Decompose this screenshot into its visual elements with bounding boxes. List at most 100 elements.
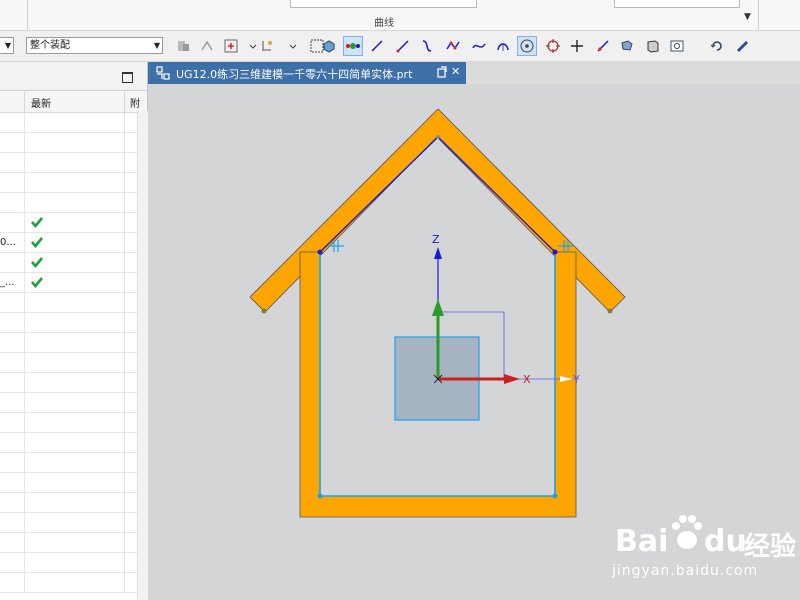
chevron-down-icon: ▼ xyxy=(153,41,160,50)
chevron-down-icon[interactable] xyxy=(283,36,303,56)
document-tab[interactable]: UG12.0练习三维建模一千零六十四简单实体.prt ✕ xyxy=(148,62,466,84)
watermark-brand-left: Bai xyxy=(615,524,669,559)
chevron-down-icon: ▼ xyxy=(4,41,11,50)
navigator-row[interactable] xyxy=(0,333,147,353)
part-file-icon xyxy=(156,66,170,83)
y-handle-arrow-icon[interactable] xyxy=(432,299,444,316)
navigator-row[interactable] xyxy=(0,393,147,413)
close-tab-icon[interactable]: ✕ xyxy=(451,65,460,78)
navigator-row-name: 0... xyxy=(0,237,16,248)
view-orient-icon[interactable] xyxy=(617,36,637,56)
circle-quadrant-icon[interactable] xyxy=(543,36,563,56)
navigator-row[interactable] xyxy=(0,313,147,333)
intersection-icon[interactable] xyxy=(567,36,587,56)
navigator-row[interactable] xyxy=(0,533,147,553)
watermark-url: jingyan.baidu.com xyxy=(612,563,759,579)
refresh-icon[interactable] xyxy=(707,36,727,56)
up-to-date-check-icon xyxy=(30,215,44,229)
navigator-row[interactable]: _... xyxy=(0,273,147,293)
move-handles-icon[interactable] xyxy=(343,36,363,56)
tangent-line-icon[interactable] xyxy=(593,36,613,56)
select-box-icon[interactable] xyxy=(257,36,277,56)
ribbon-separator xyxy=(758,0,759,30)
navigator-row[interactable] xyxy=(0,293,147,313)
ribbon: 曲线 ▼ xyxy=(0,0,800,31)
navigator-row[interactable] xyxy=(0,153,147,173)
curve-icon[interactable] xyxy=(417,36,437,56)
sketch-point[interactable] xyxy=(436,135,440,139)
navigator-row[interactable] xyxy=(0,573,147,593)
cube-view-icon[interactable] xyxy=(319,36,339,56)
brush-icon[interactable] xyxy=(733,36,753,56)
y-axis-label: Y xyxy=(572,373,580,386)
column-latest[interactable]: 最新 xyxy=(31,95,51,110)
ribbon-separator xyxy=(27,0,28,30)
select-filter-icon[interactable] xyxy=(173,36,193,56)
navigator-row[interactable] xyxy=(0,413,147,433)
navigator-row-name: _... xyxy=(0,277,15,288)
baidu-watermark: Bai du 经验 jingyan.baidu.com xyxy=(612,512,798,598)
navigator-row[interactable] xyxy=(0,473,147,493)
snap-icon[interactable] xyxy=(197,36,217,56)
ribbon-combo[interactable] xyxy=(614,0,740,8)
column-attached[interactable]: 附 xyxy=(130,95,140,110)
endpoint-marker[interactable] xyxy=(607,308,613,314)
roof-edge-right[interactable] xyxy=(437,136,556,253)
selection-scope-select[interactable]: 整个装配 ▼ xyxy=(26,37,163,54)
navigator-row[interactable] xyxy=(0,453,147,473)
watermark-brand-cn: 经验 xyxy=(744,532,797,562)
line-icon[interactable] xyxy=(367,36,387,56)
up-to-date-check-icon xyxy=(30,275,44,289)
arc-icon[interactable] xyxy=(493,36,513,56)
document-tab-bar: UG12.0练习三维建模一千零六十四简单实体.prt ✕ xyxy=(148,62,800,84)
sketch-point[interactable] xyxy=(552,249,558,255)
navigator-row[interactable] xyxy=(0,373,147,393)
studio-spline-icon[interactable] xyxy=(469,36,489,56)
watermark-brand-right: du xyxy=(704,524,747,559)
sketch-point[interactable] xyxy=(552,493,558,499)
roof-edge-left[interactable] xyxy=(319,136,439,253)
line-alt-icon[interactable] xyxy=(393,36,413,56)
selection-toolbar: ▼ 整个装配 ▼ xyxy=(0,31,800,62)
sketch-point[interactable] xyxy=(317,249,323,255)
navigator-row[interactable] xyxy=(0,353,147,373)
z-axis-label: Z xyxy=(432,233,440,246)
navigator-row[interactable] xyxy=(0,173,147,193)
navigator-row[interactable] xyxy=(0,213,147,233)
ribbon-gallery[interactable] xyxy=(290,0,477,8)
part-navigator: 最新 附 0... _... xyxy=(0,62,148,600)
x-axis-label: X xyxy=(523,373,531,386)
navigator-header xyxy=(0,62,147,91)
navigator-row[interactable] xyxy=(0,433,147,453)
add-point-icon[interactable] xyxy=(221,36,241,56)
navigator-column-header: 最新 附 xyxy=(0,91,147,113)
spline-icon[interactable] xyxy=(443,36,463,56)
navigator-scrollbar[interactable] xyxy=(137,111,148,600)
up-to-date-check-icon xyxy=(30,235,44,249)
navigator-row[interactable] xyxy=(0,133,147,153)
circle-center-icon[interactable] xyxy=(517,36,537,56)
navigator-rows: 0... _... xyxy=(0,113,147,593)
fit-view-icon[interactable] xyxy=(667,36,687,56)
navigator-row[interactable] xyxy=(0,253,147,273)
navigator-row[interactable] xyxy=(0,513,147,533)
up-to-date-check-icon xyxy=(30,255,44,269)
x-axis-arrow-icon[interactable] xyxy=(504,374,520,384)
navigator-row[interactable] xyxy=(0,113,147,133)
layer-icon[interactable] xyxy=(643,36,663,56)
navigator-row[interactable]: 0... xyxy=(0,233,147,253)
paw-icon xyxy=(672,515,702,549)
z-axis-arrow-icon xyxy=(434,247,442,259)
endpoint-marker[interactable] xyxy=(261,308,267,314)
ribbon-collapse-icon[interactable]: ▼ xyxy=(744,12,751,22)
navigator-row[interactable] xyxy=(0,493,147,513)
filter-combo[interactable]: ▼ xyxy=(0,37,14,54)
navigator-row[interactable] xyxy=(0,193,147,213)
detach-icon[interactable] xyxy=(437,66,447,81)
selection-scope-value: 整个装配 xyxy=(30,40,70,51)
document-tab-title: UG12.0练习三维建模一千零六十四简单实体.prt xyxy=(176,68,413,81)
navigator-row[interactable] xyxy=(0,553,147,573)
sketch-point[interactable] xyxy=(317,493,323,499)
maximize-icon[interactable] xyxy=(122,72,133,83)
ribbon-group-label-curve: 曲线 xyxy=(374,18,394,29)
